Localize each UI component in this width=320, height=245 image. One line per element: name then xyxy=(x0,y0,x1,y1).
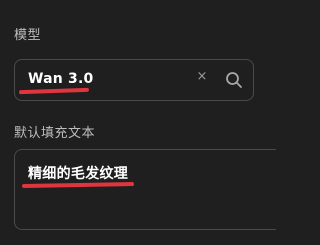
model-select[interactable]: Wan 3.0 xyxy=(14,59,254,101)
default-fill-textarea[interactable]: 精细的毛发纹理 xyxy=(14,149,276,230)
default-fill-label: 默认填充文本 xyxy=(14,126,96,141)
default-fill-value: 精细的毛发纹理 xyxy=(28,166,129,182)
model-label: 模型 xyxy=(14,28,42,43)
settings-panel: 模型 Wan 3.0 × 默认填充文本 精细的毛发纹理 xyxy=(0,0,276,245)
close-icon[interactable]: × xyxy=(195,70,209,84)
model-value: Wan 3.0 xyxy=(28,71,94,87)
search-icon[interactable] xyxy=(225,71,243,89)
